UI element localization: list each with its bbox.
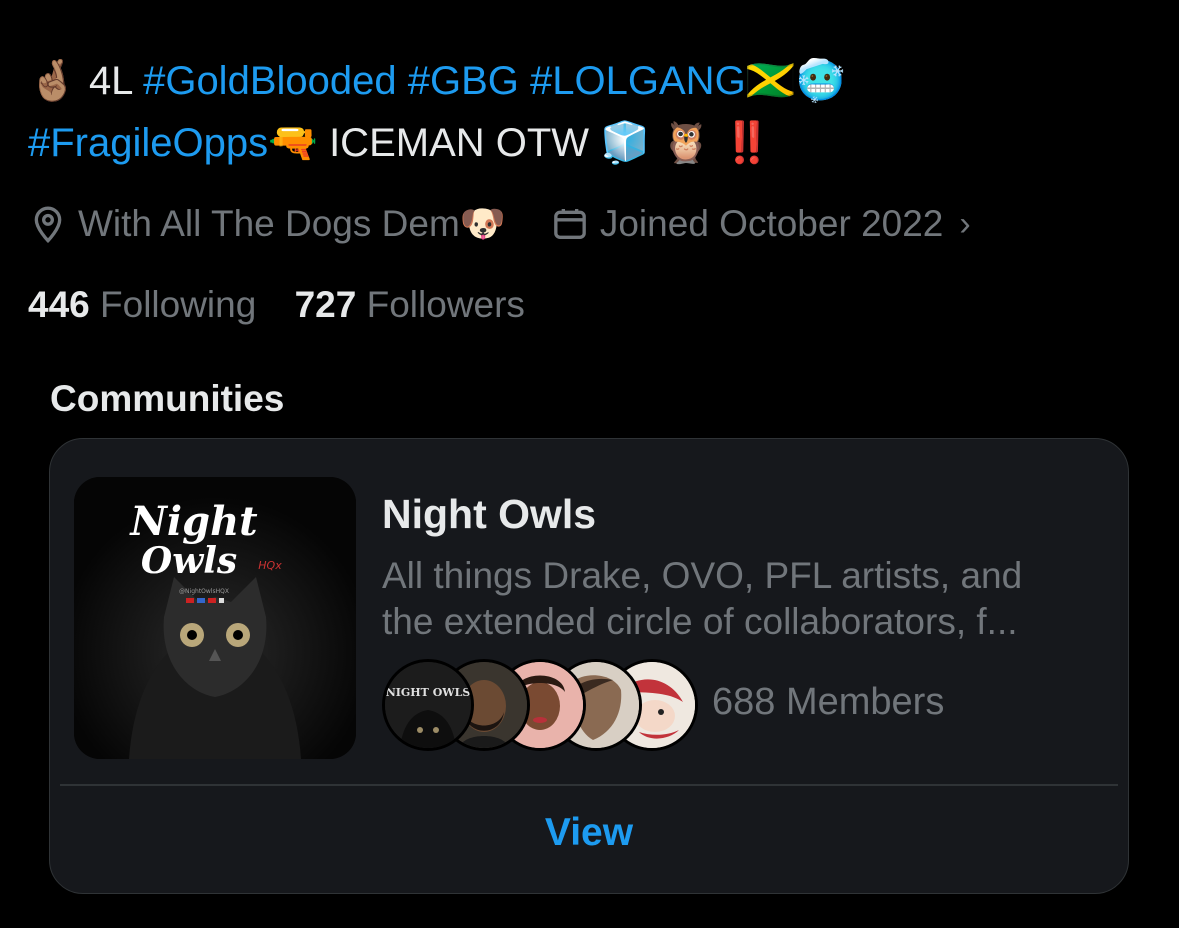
community-name[interactable]: Night Owls	[382, 491, 596, 538]
location-text: With All The Dogs Dem	[78, 203, 460, 244]
member-count: 688 Members	[712, 681, 945, 723]
community-card[interactable]: Night Owls HQx @NightOwlsHQX Night Owls …	[49, 438, 1129, 894]
following-count: 446	[28, 284, 90, 325]
bio-text-iceman: ICEMAN OTW	[329, 121, 590, 165]
profile-meta: With All The Dogs Dem 🐶 Joined October 20…	[28, 196, 1015, 252]
view-community-button[interactable]: View	[50, 811, 1128, 855]
communities-heading: Communities	[50, 378, 285, 419]
following-link[interactable]: 446 Following	[28, 284, 267, 325]
bio-text-4l: 4L	[88, 59, 132, 103]
bio-line-2: #FragileOpps🔫 ICEMAN OTW 🧊 🦉 ‼️	[28, 112, 1148, 174]
chevron-right-icon: ›	[959, 204, 971, 243]
community-description: All things Drake, OVO, PFL artists, and …	[382, 555, 1023, 642]
hashtag-gbg[interactable]: #GBG	[408, 59, 519, 103]
owl-emoji: 🦉	[661, 120, 711, 166]
followers-link[interactable]: 727 Followers	[295, 284, 525, 325]
hashtag-lolgang[interactable]: #LOLGANG	[530, 59, 746, 103]
pistol-emoji: 🔫	[268, 120, 318, 166]
following-label: Following	[100, 284, 257, 325]
joined-text: Joined October 2022	[599, 203, 944, 244]
followers-label: Followers	[366, 284, 525, 325]
profile-stats: 446 Following 727 Followers	[28, 284, 553, 326]
map-pin-icon	[34, 206, 62, 244]
avatar-logo-text: NIGHT OWLS	[386, 686, 471, 699]
thumb-logo-suffix: HQx	[258, 559, 282, 572]
calendar-icon	[554, 209, 586, 239]
hashtag-fragileopps[interactable]: #FragileOpps	[28, 121, 268, 165]
hashtag-goldblooded[interactable]: #GoldBlooded	[143, 59, 397, 103]
double-exclamation-emoji: ‼️	[722, 120, 772, 166]
bio-line-1: 🤞🏽 4L #GoldBlooded #GBG #LOLGANG🇯🇲🥶	[28, 50, 1148, 112]
followers-count: 727	[294, 284, 357, 325]
member-avatars: NIGHT OWLS	[382, 659, 702, 751]
crossed-fingers-emoji: 🤞🏽	[28, 58, 78, 104]
jamaica-flag-emoji: 🇯🇲	[745, 58, 796, 104]
joined-item[interactable]: Joined October 2022 ›	[550, 203, 971, 245]
location-item: With All The Dogs Dem 🐶	[28, 202, 506, 246]
ice-cube-emoji: 🧊	[600, 120, 650, 166]
cold-face-emoji: 🥶	[795, 58, 846, 104]
night-owls-logo-image: Night Owls HQx @NightOwlsHQX	[74, 477, 356, 759]
card-divider	[60, 784, 1118, 786]
thumb-logo-line1: Night	[128, 498, 258, 545]
community-thumbnail: Night Owls HQx @NightOwlsHQX	[74, 477, 356, 759]
member-avatar: NIGHT OWLS	[382, 659, 474, 751]
profile-bio: 🤞🏽 4L #GoldBlooded #GBG #LOLGANG🇯🇲🥶 #Fra…	[28, 50, 1148, 174]
thumb-handle: @NightOwlsHQX	[179, 588, 229, 595]
thumb-logo-line2: Owls	[141, 540, 237, 582]
dog-face-emoji: 🐶	[459, 202, 506, 245]
